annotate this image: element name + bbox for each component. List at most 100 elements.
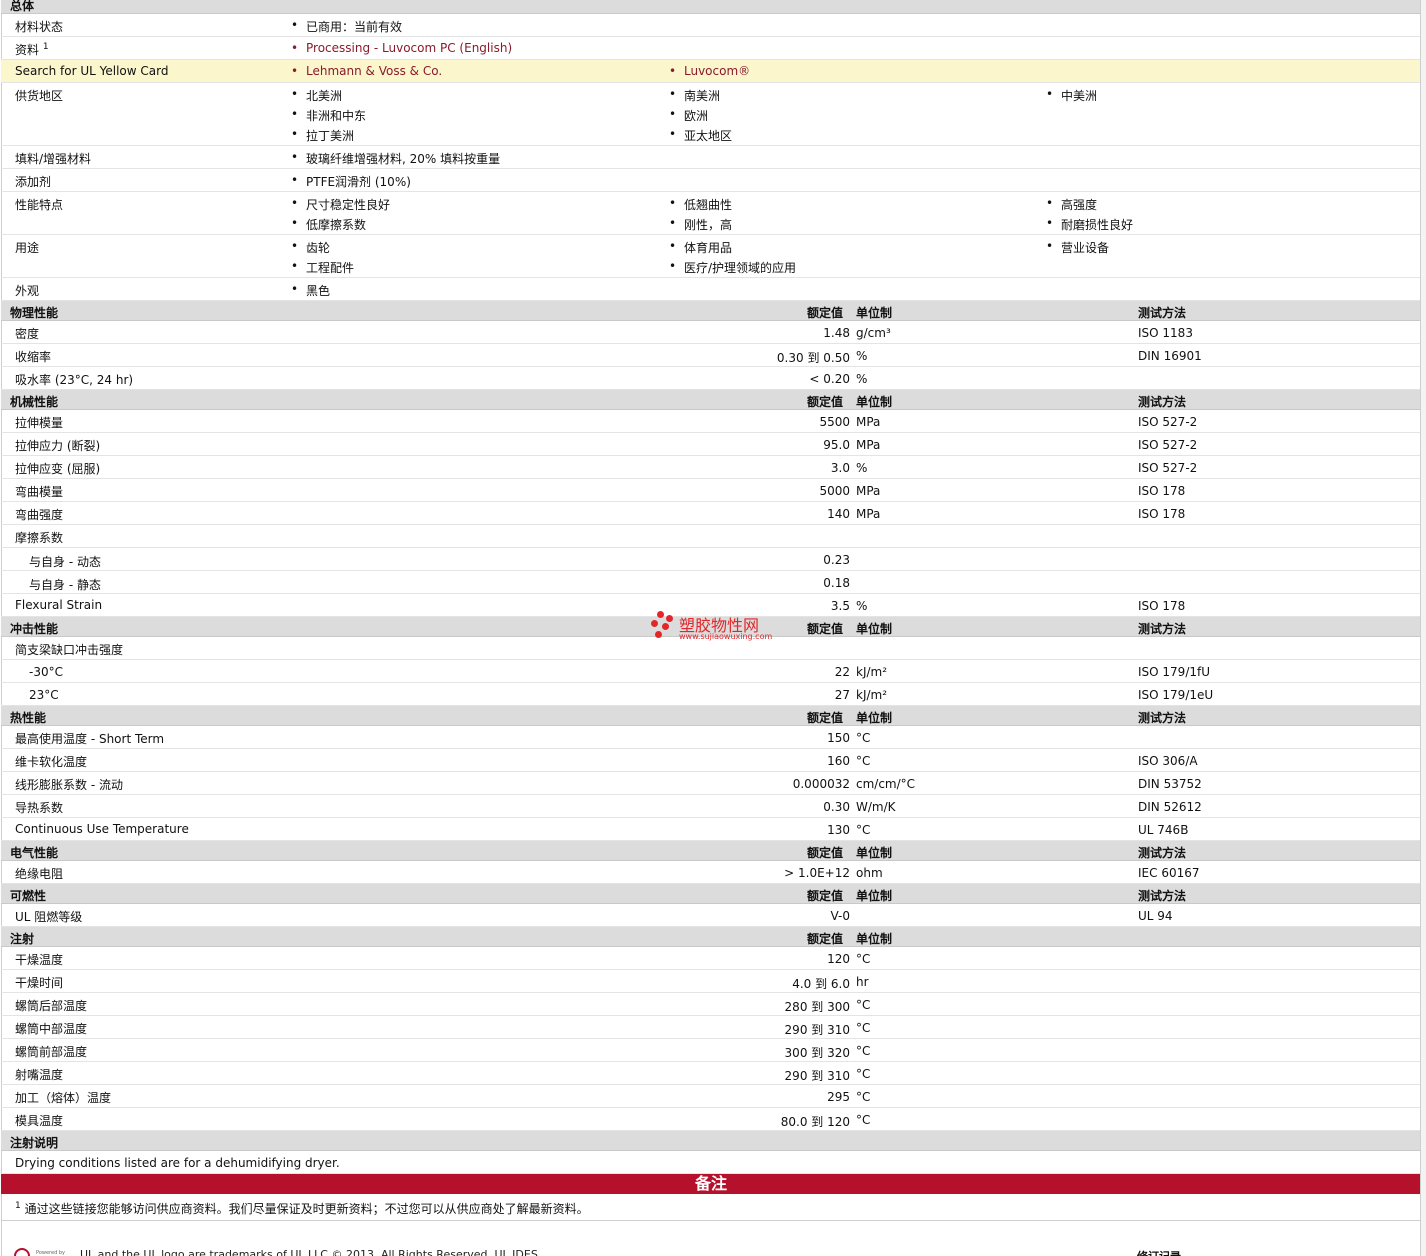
row-unit: °C: [856, 998, 871, 1012]
header-value: 额定值: [807, 711, 844, 725]
revision-history-link[interactable]: 修订记录: [1137, 1248, 1181, 1256]
row-value: 140: [827, 507, 850, 521]
row-unit: °C: [856, 731, 871, 745]
row-label: 收缩率: [15, 350, 52, 364]
section-physical: 物理性能 额定值 单位制 测试方法: [1, 301, 1421, 321]
row-test: ISO 306/A: [1138, 754, 1198, 768]
row-label: 拉伸模量: [15, 416, 64, 430]
header-value: 额定值: [807, 846, 844, 860]
row-unit: %: [856, 461, 868, 475]
header-test: 测试方法: [1138, 889, 1187, 903]
row-value: 玻璃纤维增强材料, 20% 填料按重量: [290, 150, 500, 167]
scrollbar[interactable]: [1421, 0, 1426, 1256]
ul-logo-icon: [14, 1248, 30, 1256]
section-title: 冲击性能: [10, 622, 59, 636]
row-label: 最高使用温度 - Short Term: [15, 732, 165, 746]
row-unit: °C: [856, 1113, 871, 1127]
section-flammability: 可燃性 额定值 单位制 测试方法: [1, 884, 1421, 904]
table-row: UL 阻燃等级 V-0 UL 94: [1, 904, 1421, 927]
row-appearance: 外观 黑色: [1, 278, 1421, 301]
table-row: 收缩率 0.30 到 0.50 % DIN 16901: [1, 344, 1421, 367]
section-mechanical: 机械性能 额定值 单位制 测试方法: [1, 390, 1421, 410]
notes-text: Drying conditions listed are for a dehum…: [15, 1156, 340, 1170]
row-label: 导热系数: [15, 801, 64, 815]
list-item: 刚性，高: [668, 216, 732, 233]
row-test: UL 746B: [1138, 823, 1189, 837]
row-test: ISO 178: [1138, 599, 1186, 613]
row-label: 材料状态: [15, 20, 64, 34]
row-value: 黑色: [290, 282, 330, 299]
row-label: 弯曲强度: [15, 508, 64, 522]
row-value: 3.0: [830, 461, 850, 475]
list-item: 非洲和中东: [290, 107, 366, 124]
table-row: 维卡软化温度 160 °C ISO 306/A: [1, 749, 1421, 772]
row-value: 0.23: [823, 553, 850, 567]
table-row: 绝缘电阻 > 1.0E+12 ohm IEC 60167: [1, 861, 1421, 884]
copyright-text: UL and the UL logo are trademarks of UL …: [80, 1248, 538, 1256]
header-unit: 单位制: [856, 889, 893, 903]
row-material-status: 材料状态 已商用：当前有效: [1, 14, 1421, 37]
remarks-text: 1 通过这些链接您能够访问供应商资料。我们尽量保证及时更新资料；不过您可以从供应…: [15, 1201, 589, 1216]
section-title: 注射说明: [10, 1136, 59, 1150]
row-label: 用途: [15, 241, 40, 255]
row-label: 与自身 - 静态: [29, 578, 101, 592]
row-label: 供货地区: [15, 89, 64, 103]
row-label: 螺筒后部温度: [15, 999, 88, 1013]
row-value: 130: [827, 823, 850, 837]
row-value: 300 到 320: [784, 1046, 850, 1060]
list-item: 北美洲: [290, 87, 342, 104]
footer: Powered by UL and the UL logo are tradem…: [0, 1240, 1426, 1256]
row-value: 80.0 到 120: [780, 1115, 850, 1129]
row-unit: %: [856, 349, 868, 363]
row-filler: 填料/增强材料 玻璃纤维增强材料, 20% 填料按重量: [1, 146, 1421, 169]
luvocom-link[interactable]: Luvocom®: [668, 64, 750, 78]
header-value: 额定值: [807, 395, 844, 409]
row-unit: °C: [856, 1021, 871, 1035]
watermark: 塑胶物性网 www.sujiaowuxing.com: [651, 611, 781, 647]
row-value: 3.5: [830, 599, 850, 613]
table-row: -30°C 22 kJ/m² ISO 179/1fU: [1, 660, 1421, 683]
row-value: PTFE润滑剂 (10%): [290, 173, 411, 190]
table-row: 干燥温度 120 °C: [1, 947, 1421, 970]
table-row: 密度 1.48 g/cm³ ISO 1183: [1, 321, 1421, 344]
section-title: 总体: [10, 0, 35, 13]
row-value: 290 到 310: [784, 1023, 850, 1037]
section-title: 机械性能: [10, 395, 59, 409]
remarks-banner: 备注: [1, 1174, 1421, 1194]
row-value: 280 到 300: [784, 1000, 850, 1014]
table-row: 模具温度 80.0 到 120 °C: [1, 1108, 1421, 1131]
row-test: ISO 527-2: [1138, 461, 1198, 475]
row-label: Search for UL Yellow Card: [15, 64, 169, 78]
row-unit: cm/cm/°C: [856, 777, 916, 791]
list-item: 亚太地区: [668, 127, 732, 144]
header-value: 额定值: [807, 622, 844, 636]
row-unit: kJ/m²: [856, 665, 888, 679]
row-unit: ohm: [856, 866, 883, 880]
row-label: 资料 1: [15, 42, 49, 57]
row-value: 150: [827, 731, 850, 745]
row-value: 0.000032: [792, 777, 850, 791]
list-item: 营业设备: [1045, 239, 1109, 256]
row-test: ISO 179/1fU: [1138, 665, 1211, 679]
watermark-logo-icon: [651, 611, 677, 641]
header-unit: 单位制: [856, 846, 893, 860]
list-item: 中美洲: [1045, 87, 1097, 104]
table-row: 干燥时间 4.0 到 6.0 hr: [1, 970, 1421, 993]
table-row: 螺筒后部温度 280 到 300 °C: [1, 993, 1421, 1016]
lehmann-voss-link[interactable]: Lehmann & Voss & Co.: [290, 64, 442, 78]
row-value: 0.30: [823, 800, 850, 814]
table-row: 弯曲模量 5000 MPa ISO 178: [1, 479, 1421, 502]
row-uses: 用途 齿轮 工程配件 体育用品 医疗/护理领域的应用 营业设备: [1, 235, 1421, 278]
header-unit: 单位制: [856, 306, 893, 320]
row-unit: hr: [856, 975, 869, 989]
processing-link[interactable]: Processing - Luvocom PC (English): [290, 41, 512, 55]
row-test: ISO 178: [1138, 507, 1186, 521]
list-item: 齿轮: [290, 239, 330, 256]
row-value: > 1.0E+12: [784, 866, 850, 880]
list-item: 低摩擦系数: [290, 216, 366, 233]
row-label: 填料/增强材料: [15, 152, 92, 166]
row-label: 外观: [15, 284, 40, 298]
row-label: 摩擦系数: [15, 531, 64, 545]
header-value: 额定值: [807, 306, 844, 320]
list-item: 医疗/护理领域的应用: [668, 259, 796, 276]
